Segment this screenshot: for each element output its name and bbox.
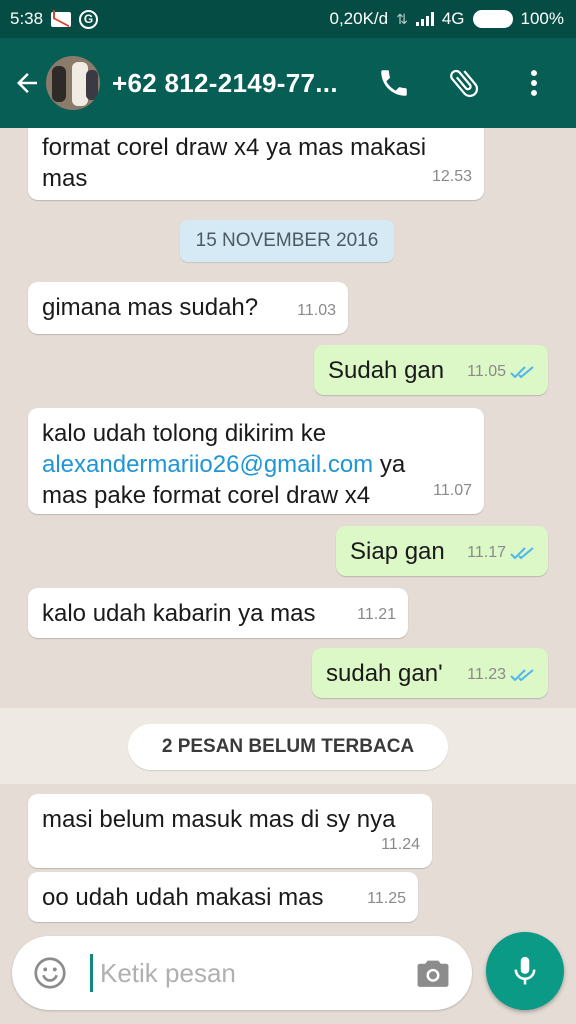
- message-outgoing[interactable]: Sudah gan 11.05: [314, 345, 548, 395]
- google-notification-icon: G: [79, 9, 99, 29]
- double-check-read-icon: [510, 546, 534, 559]
- chat-header: +62 812-2149-77...: [0, 38, 576, 128]
- gmail-notification-icon: [51, 11, 72, 27]
- attach-button[interactable]: [444, 63, 484, 103]
- message-input[interactable]: [100, 952, 400, 994]
- message-text: format corel draw x4 ya mas makasi mas: [42, 134, 427, 192]
- network-speed: 0,20K/d: [329, 9, 389, 28]
- message-text-before-link: kalo udah tolong dikirim ke: [42, 420, 327, 447]
- emoji-icon: [34, 957, 66, 989]
- phone-icon: [381, 70, 407, 96]
- message-time: 11.07: [433, 482, 472, 499]
- message-incoming[interactable]: kalo udah kabarin ya mas 11.21: [28, 588, 408, 638]
- message-text: gimana mas sudah?: [42, 294, 259, 321]
- attachment-icon: [450, 69, 479, 98]
- message-incoming[interactable]: oo udah udah makasi mas 11.25: [28, 872, 418, 922]
- message-time: 11.21: [357, 606, 396, 623]
- emoji-button[interactable]: [32, 955, 68, 991]
- double-check-read-icon: [510, 365, 534, 378]
- message-text: kalo udah tolong dikirim ke alexandermar…: [42, 418, 470, 511]
- status-time: 5:38: [10, 9, 44, 28]
- microphone-icon: [514, 956, 536, 985]
- camera-icon: [417, 960, 449, 987]
- message-incoming[interactable]: kalo udah tolong dikirim ke alexandermar…: [28, 408, 484, 514]
- contact-name[interactable]: +62 812-2149-77...: [112, 68, 352, 99]
- message-outgoing[interactable]: sudah gan' 11.23: [312, 648, 548, 698]
- message-composer: [12, 936, 472, 1010]
- header-actions: [374, 63, 554, 103]
- email-link[interactable]: alexandermariio26@gmail.com: [42, 451, 373, 478]
- message-time: 11.05: [467, 363, 506, 380]
- message-text: oo udah udah makasi mas: [42, 884, 324, 911]
- call-button[interactable]: [374, 63, 414, 103]
- data-transfer-icon: ⇅: [396, 10, 408, 27]
- date-divider: 15 NOVEMBER 2016: [180, 220, 394, 262]
- battery-level: 100%: [520, 9, 564, 28]
- message-time: 11.17: [467, 544, 506, 561]
- battery-icon: [472, 10, 513, 28]
- text-cursor: [90, 954, 93, 992]
- double-check-read-icon: [510, 668, 534, 681]
- chat-thread[interactable]: format corel draw x4 ya mas makasi mas 1…: [0, 128, 576, 930]
- more-options-button[interactable]: [514, 63, 554, 103]
- message-text: kalo udah kabarin ya mas: [42, 600, 316, 627]
- status-bar: 5:38 G 0,20K/d ⇅ 4G 100%: [0, 0, 576, 38]
- more-vert-icon: [531, 70, 537, 96]
- signal-icon: [415, 12, 434, 26]
- voice-message-button[interactable]: [486, 932, 564, 1010]
- back-button[interactable]: [4, 53, 50, 113]
- unread-messages-divider: 2 PESAN BELUM TERBACA: [128, 724, 448, 770]
- message-text: masi belum masuk mas di sy nya: [42, 806, 396, 833]
- message-time: 11.25: [367, 890, 406, 907]
- message-time: 11.23: [467, 666, 506, 683]
- message-incoming[interactable]: gimana mas sudah? 11.03: [28, 282, 348, 334]
- message-incoming[interactable]: format corel draw x4 ya mas makasi mas 1…: [28, 128, 484, 200]
- network-type: 4G: [441, 9, 465, 28]
- back-arrow-icon: [17, 73, 37, 93]
- camera-button[interactable]: [414, 956, 452, 990]
- message-time: 12.53: [431, 168, 472, 185]
- message-time: 11.03: [297, 302, 336, 319]
- status-bar-left: 5:38 G: [10, 9, 99, 29]
- contact-avatar[interactable]: [46, 56, 100, 110]
- message-outgoing[interactable]: Siap gan 11.17: [336, 526, 548, 576]
- status-bar-right: 0,20K/d ⇅ 4G 100%: [329, 9, 564, 29]
- message-incoming[interactable]: masi belum masuk mas di sy nya 11.24: [28, 794, 432, 868]
- message-time: 11.24: [381, 836, 420, 853]
